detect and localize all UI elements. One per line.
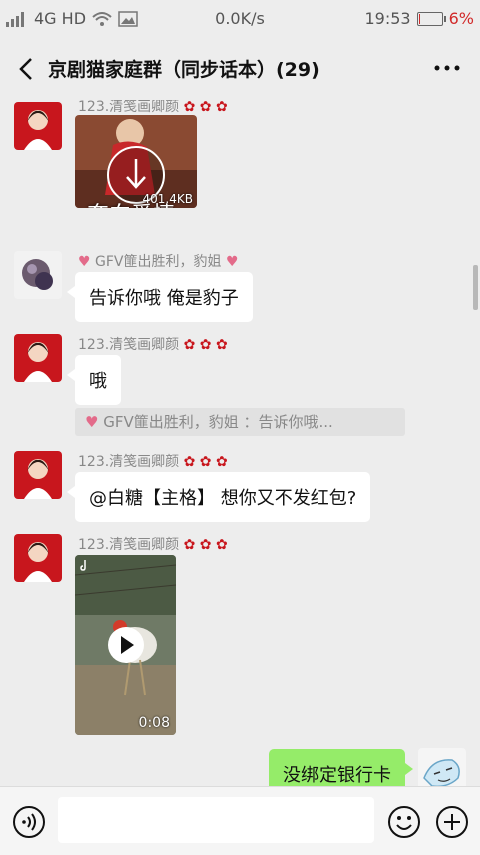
battery-fill bbox=[418, 13, 420, 24]
input-bar bbox=[0, 786, 480, 855]
image-message[interactable]: 奔向爱情 401.4KB bbox=[75, 115, 197, 208]
sender-name: 123.清笺画卿颜 ✿ ✿ ✿ bbox=[78, 100, 228, 115]
quoted-message[interactable]: ♥ GFV篚出胜利，豹姐 ：告诉你哦... bbox=[75, 408, 405, 436]
video-message[interactable]: 0:08 bbox=[75, 555, 176, 735]
message-input[interactable] bbox=[58, 797, 374, 843]
avatar[interactable] bbox=[14, 102, 62, 150]
chat-area[interactable]: 123.清笺画卿颜 ✿ ✿ ✿ 奔向爱情 401.4KB ♥ GFV篚出胜利，豹… bbox=[0, 100, 480, 786]
video-duration: 0:08 bbox=[138, 715, 170, 731]
battery-icon bbox=[416, 11, 446, 26]
sender-name: ♥ GFV篚出胜利，豹姐 ♥ bbox=[78, 254, 239, 270]
chat-title: 京剧猫家庭群（同步话本）(29) bbox=[48, 59, 320, 81]
message-bubble[interactable]: 哦 bbox=[67, 355, 121, 405]
avatar[interactable] bbox=[14, 334, 62, 382]
battery-percent: 6% bbox=[448, 9, 474, 28]
file-size: 401.4KB bbox=[142, 192, 193, 206]
message-bubble[interactable]: 告诉你哦 俺是豹子 bbox=[67, 272, 253, 322]
sender-name: 123.清笺画卿颜 ✿ ✿ ✿ bbox=[78, 537, 228, 553]
video-brand-icon bbox=[80, 560, 86, 571]
sender-name: 123.清笺画卿颜 ✿ ✿ ✿ bbox=[78, 454, 228, 470]
chat-header: 京剧猫家庭群（同步话本）(29) bbox=[0, 38, 480, 100]
emoji-icon[interactable] bbox=[387, 805, 421, 839]
avatar[interactable] bbox=[14, 534, 62, 582]
clock: 19:53 bbox=[364, 9, 411, 28]
more-dots-icon[interactable] bbox=[432, 55, 462, 81]
scrollbar[interactable] bbox=[473, 265, 478, 310]
avatar[interactable] bbox=[14, 451, 62, 499]
voice-icon[interactable] bbox=[12, 805, 46, 839]
message-bubble[interactable]: @白糖【主格】 想你又不发红包? bbox=[66, 472, 371, 522]
avatar[interactable] bbox=[14, 251, 62, 299]
chevron-left-icon[interactable] bbox=[14, 56, 40, 82]
plus-icon[interactable] bbox=[435, 805, 469, 839]
sender-name: 123.清笺画卿颜 ✿ ✿ ✿ bbox=[78, 337, 228, 353]
message-bubble-self[interactable]: 没绑定银行卡 bbox=[269, 749, 413, 786]
status-bar: 4G HD 0.0K/s 19:53 6% bbox=[0, 0, 480, 38]
avatar-self[interactable] bbox=[418, 748, 466, 786]
